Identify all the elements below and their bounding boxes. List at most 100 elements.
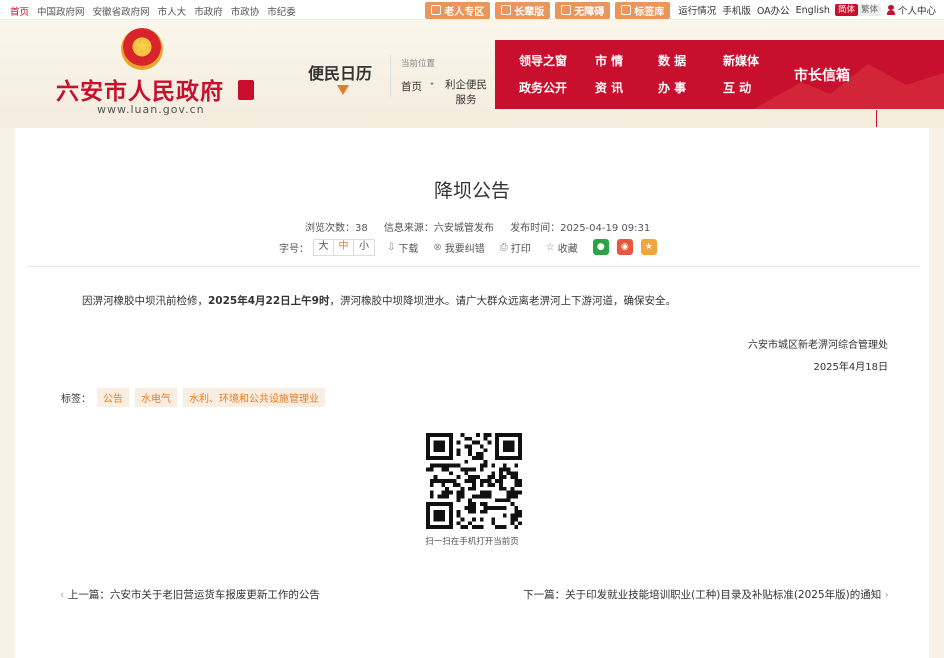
- nav-city-info[interactable]: 市 情: [595, 52, 623, 69]
- elderly-zone-label: 老人专区: [444, 6, 485, 18]
- article-tools: 字号： 大 中 小 ⇩ 下载 ⊗ 我要纠错 ⎙ 打印 ☆ 收藏 ● ◉ ★: [279, 238, 665, 256]
- body-text: 因淠河橡胶中坝汛前检修，: [82, 295, 208, 307]
- star-outline-icon: ☆: [545, 241, 555, 253]
- senior-icon: [501, 5, 512, 15]
- report-error-button[interactable]: ⊗ 我要纠错: [433, 240, 484, 255]
- breadcrumb-home[interactable]: 首页: [401, 79, 422, 94]
- accessibility-button[interactable]: 无障碍: [555, 1, 611, 19]
- tag-library-button[interactable]: 标签库: [615, 1, 671, 19]
- font-small-button[interactable]: 小: [354, 240, 374, 255]
- top-link-gov[interactable]: 中国政府网: [37, 7, 85, 18]
- accessibility-icon: [561, 5, 572, 15]
- tag-utilities[interactable]: 水电气: [135, 388, 177, 407]
- publish-time: 发布时间：2025-04-19 09:31: [510, 223, 651, 234]
- nav-news[interactable]: 资 讯: [595, 79, 623, 96]
- download-label: 下载: [398, 243, 419, 255]
- top-link-province[interactable]: 安徽省政府网: [93, 7, 150, 18]
- body-text-rest: ，淠河橡胶中坝降坝泄水。请广大群众远离老淠河上下游河道，确保安全。: [329, 295, 676, 307]
- top-link-congress[interactable]: 市人大: [158, 7, 187, 18]
- font-large-button[interactable]: 大: [314, 239, 334, 255]
- article-title: 降坝公告: [433, 180, 510, 202]
- tag-water-environment[interactable]: 水利、环境和公共设施管理业: [183, 388, 325, 407]
- nav-leaders[interactable]: 领导之窗: [519, 52, 567, 69]
- chevron-right-icon: ›: [884, 588, 889, 601]
- tag-library-label: 标签库: [634, 6, 665, 18]
- english-link[interactable]: English: [796, 5, 830, 16]
- elderly-icon: [431, 5, 442, 15]
- calendar-button[interactable]: 便民日历: [308, 60, 372, 84]
- top-link-cppcc[interactable]: 市政协: [231, 7, 260, 18]
- senior-mode-button[interactable]: 长辈版: [495, 1, 551, 19]
- traditional-toggle[interactable]: 繁体: [857, 4, 881, 16]
- nav-indicator: [876, 110, 877, 127]
- location-label: 当前位置: [401, 59, 436, 69]
- top-link-home[interactable]: 首页: [10, 7, 29, 18]
- font-medium-button[interactable]: 中: [334, 239, 354, 255]
- report-error-label: 我要纠错: [444, 243, 485, 255]
- seal-icon: [238, 80, 254, 100]
- font-size-label: 字号：: [279, 243, 309, 255]
- view-count: 浏览次数：38: [305, 223, 368, 234]
- next-article-link[interactable]: 下一篇：关于印发就业技能培训职业(工种)目录及补贴标准(2025年版)的通知 ›: [523, 587, 889, 602]
- operation-status-link[interactable]: 运行情况: [678, 3, 716, 17]
- tag-list: 标签： 公告 水电气 水利、环境和公共设施管理业: [61, 388, 325, 407]
- wechat-share-icon[interactable]: ●: [592, 239, 609, 255]
- breadcrumb-separator: •: [429, 79, 435, 90]
- breadcrumb-category[interactable]: 利企便民服务: [441, 78, 491, 108]
- nav-gov-affairs[interactable]: 政务公开: [519, 79, 567, 96]
- tags-label: 标签：: [61, 394, 91, 405]
- printer-icon: ⎙: [499, 241, 508, 253]
- top-links: 首页 中国政府网 安徽省政府网 市人大 市政府 市政协 市纪委: [10, 4, 301, 18]
- next-article-label: 下一篇：关于印发就业技能培训职业(工种)目录及补贴标准(2025年版)的通知: [523, 589, 882, 601]
- tag-announcement[interactable]: 公告: [97, 388, 129, 407]
- print-label: 打印: [510, 243, 531, 255]
- nav-services[interactable]: 办 事: [658, 79, 686, 96]
- article-card: 降坝公告 浏览次数：38 信息来源：六安城管发布 发布时间：2025-04-19…: [15, 128, 929, 658]
- triangle-down-icon: [337, 85, 349, 95]
- divider: [390, 55, 391, 97]
- nav-mayor-mailbox[interactable]: 市长信箱: [794, 65, 850, 85]
- main-nav: 领导之窗 市 情 数 据 新媒体 政务公开 资 讯 办 事 互 动 市长信箱: [495, 40, 944, 109]
- language-switch: 简体 繁体: [834, 4, 881, 16]
- nav-new-media[interactable]: 新媒体: [723, 52, 759, 69]
- nav-data[interactable]: 数 据: [658, 52, 686, 69]
- font-size-switch: 大 中 小: [313, 238, 375, 256]
- top-link-discipline[interactable]: 市纪委: [267, 7, 296, 18]
- download-icon: ⇩: [387, 241, 396, 253]
- user-center-link[interactable]: 个人中心: [898, 3, 936, 17]
- signature-date: 2025年4月18日: [813, 362, 888, 373]
- body-date: 2025年4月22日上午9时: [208, 295, 330, 307]
- qr-code: [426, 433, 522, 529]
- print-button[interactable]: ⎙ 打印: [500, 240, 531, 255]
- download-button[interactable]: ⇩ 下载: [387, 240, 418, 255]
- national-emblem-icon: [121, 28, 163, 70]
- article-meta: 浏览次数：38 信息来源：六安城管发布 发布时间：2025-04-19 09:3…: [305, 219, 663, 234]
- previous-article-label: 上一篇：六安市关于老旧营运货车报废更新工作的公告: [67, 589, 320, 601]
- nav-interaction[interactable]: 互 动: [723, 79, 751, 96]
- qr-caption: 扫一扫在手机打开当前页: [425, 537, 519, 547]
- mobile-version-link[interactable]: 手机版: [722, 3, 751, 17]
- top-bar: 首页 中国政府网 安徽省政府网 市人大 市政府 市政协 市纪委 老人专区 长辈版…: [0, 0, 944, 20]
- article-body: 因淠河橡胶中坝汛前检修，2025年4月22日上午9时，淠河橡胶中坝降坝泄水。请广…: [82, 293, 676, 308]
- error-icon: ⊗: [433, 241, 442, 253]
- elderly-zone-button[interactable]: 老人专区: [425, 1, 491, 19]
- tag-icon: [621, 5, 632, 15]
- site-title[interactable]: 六安市人民政府: [56, 72, 224, 106]
- user-icon: [886, 5, 895, 15]
- previous-article-link[interactable]: ‹ 上一篇：六安市关于老旧营运货车报废更新工作的公告: [60, 587, 320, 602]
- top-link-city-gov[interactable]: 市政府: [194, 7, 223, 18]
- senior-mode-label: 长辈版: [514, 6, 545, 18]
- site-domain: www.luan.gov.cn: [97, 103, 205, 116]
- top-right: 老人专区 长辈版 无障碍 标签库 运行情况 手机版 OA办公 English 简…: [425, 1, 936, 19]
- oa-link[interactable]: OA办公: [757, 3, 790, 17]
- info-source: 信息来源：六安城管发布: [383, 223, 494, 234]
- favorite-label: 收藏: [557, 243, 578, 255]
- accessibility-label: 无障碍: [574, 6, 605, 18]
- weibo-share-icon[interactable]: ◉: [616, 239, 633, 255]
- favorite-button[interactable]: ☆ 收藏: [546, 240, 578, 255]
- chevron-left-icon: ‹: [60, 588, 68, 601]
- divider: [27, 266, 920, 267]
- qzone-share-icon[interactable]: ★: [640, 239, 657, 255]
- simplified-toggle[interactable]: 简体: [834, 4, 858, 16]
- signature-org: 六安市城区新老淠河综合管理处: [748, 340, 888, 351]
